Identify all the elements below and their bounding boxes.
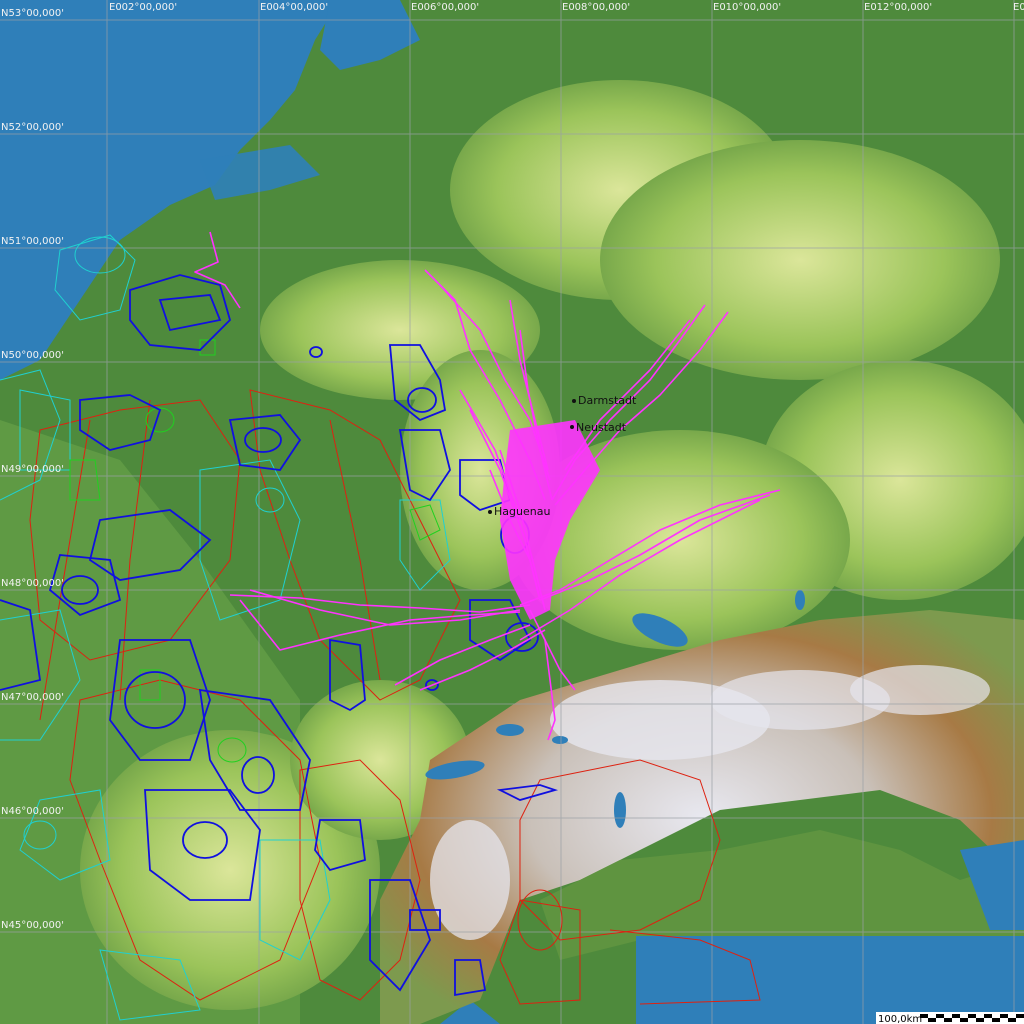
lon-label-8e: E008°00,000' [562,2,630,13]
lat-label-51n: N51°00,000' [1,236,64,247]
lon-label-10e: E010°00,000' [713,2,781,13]
scale-label: 100,0km [878,1014,922,1024]
lon-label-14e: E0 [1013,2,1024,13]
marker-haguenau [488,510,492,514]
lat-label-45n: N45°00,000' [1,920,64,931]
scale-bar: 100,0km [876,1012,1024,1024]
marker-neustadt [570,425,574,429]
marker-darmstadt [572,399,576,403]
lon-label-2e: E002°00,000' [109,2,177,13]
lon-label-6e: E006°00,000' [411,2,479,13]
lat-label-47n: N47°00,000' [1,692,64,703]
lon-label-12e: E012°00,000' [864,2,932,13]
place-darmstadt[interactable]: Darmstadt [578,394,637,407]
lat-label-46n: N46°00,000' [1,806,64,817]
lat-label-52n: N52°00,000' [1,122,64,133]
lat-label-50n: N50°00,000' [1,350,64,361]
lat-label-53n: N53°00,000' [1,8,64,19]
place-neustadt[interactable]: Neustadt [576,421,627,434]
terrain-map[interactable]: Darmstadt Neustadt Haguenau E002°00,000'… [0,0,1024,1024]
lon-label-4e: E004°00,000' [260,2,328,13]
place-haguenau[interactable]: Haguenau [494,505,550,518]
lat-label-49n: N49°00,000' [1,464,64,475]
lat-label-48n: N48°00,000' [1,578,64,589]
